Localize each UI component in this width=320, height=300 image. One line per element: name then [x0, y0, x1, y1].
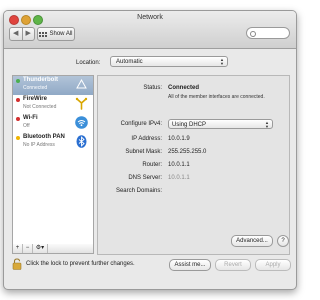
- configure-ipv4-select[interactable]: Using DHCP ▲ ▼: [168, 119, 273, 129]
- forward-button[interactable]: ▶: [21, 28, 35, 40]
- lock-icon[interactable]: [12, 258, 22, 270]
- thunderbolt-icon: [76, 78, 87, 89]
- status-dot: [16, 98, 20, 102]
- back-forward-control: ◀ ▶: [9, 27, 35, 41]
- service-name: Wi-Fi: [23, 115, 38, 121]
- apply-button[interactable]: Apply: [255, 259, 291, 271]
- show-all-button[interactable]: Show All: [37, 27, 75, 41]
- status-note: All of the member interfaces are connect…: [168, 94, 265, 100]
- service-list: Thunderbolt Connected FireWire Not Conne…: [12, 75, 94, 246]
- service-item-thunderbolt[interactable]: Thunderbolt Connected: [13, 76, 93, 95]
- status-dot: [16, 79, 20, 83]
- service-status: Not Connected: [23, 104, 57, 110]
- grid-icon: [39, 31, 48, 37]
- add-service-button[interactable]: +: [13, 244, 23, 253]
- router-value: 10.0.1.1: [168, 162, 190, 168]
- advanced-button[interactable]: Advanced...: [231, 235, 273, 247]
- service-item-bluetooth-pan[interactable]: Bluetooth PAN No IP Address: [13, 133, 93, 152]
- service-name: Thunderbolt: [23, 77, 58, 83]
- subnet-mask-label: Subnet Mask:: [125, 149, 162, 155]
- router-label: Router:: [142, 162, 162, 168]
- configure-ipv4-label: Configure IPv4:: [120, 121, 162, 127]
- status-label: Status:: [143, 85, 162, 91]
- ip-address-value: 10.0.1.9: [168, 136, 190, 142]
- network-window: Network ◀ ▶ Show All Location: Automatic…: [3, 10, 297, 290]
- service-item-wifi[interactable]: Wi-Fi Off: [13, 114, 93, 133]
- firewire-icon: [75, 97, 88, 110]
- help-button[interactable]: ?: [277, 235, 289, 247]
- search-icon: [250, 31, 256, 37]
- search-domains-label: Search Domains:: [115, 188, 162, 194]
- service-list-toolbar: + − ⚙▾: [12, 244, 94, 254]
- service-status: No IP Address: [23, 142, 55, 148]
- ip-address-label: IP Address:: [131, 136, 162, 142]
- back-button[interactable]: ◀: [10, 28, 22, 40]
- window-title: Network: [137, 14, 163, 21]
- updown-arrows-icon: ▲ ▼: [220, 57, 224, 66]
- location-label: Location:: [76, 60, 101, 66]
- service-status: Off: [23, 123, 30, 129]
- location-select[interactable]: Automatic ▲ ▼: [110, 56, 228, 67]
- search-field[interactable]: [246, 27, 290, 39]
- show-all-label: Show All: [49, 31, 73, 37]
- status-value: Connected: [168, 85, 200, 91]
- service-name: FireWire: [23, 96, 47, 102]
- service-item-firewire[interactable]: FireWire Not Connected: [13, 95, 93, 114]
- configure-ipv4-value: Using DHCP: [172, 122, 207, 128]
- location-value: Automatic: [116, 59, 143, 65]
- dns-server-value: 10.0.1.1: [168, 175, 190, 181]
- subnet-mask-value: 255.255.255.0: [168, 149, 207, 155]
- remove-service-button[interactable]: −: [23, 244, 33, 253]
- gear-menu-button[interactable]: ⚙▾: [33, 244, 48, 253]
- dns-server-label: DNS Server:: [128, 175, 162, 181]
- status-dot: [16, 117, 20, 121]
- status-dot: [16, 136, 20, 140]
- service-status: Connected: [23, 85, 48, 91]
- revert-button[interactable]: Revert: [215, 259, 251, 271]
- updown-arrows-icon: ▲ ▼: [265, 120, 269, 129]
- assist-me-button[interactable]: Assist me...: [169, 259, 211, 271]
- lock-message: Click the lock to prevent further change…: [26, 261, 135, 267]
- service-name: Bluetooth PAN: [23, 134, 65, 140]
- bluetooth-icon: [76, 135, 87, 148]
- title-bar: Network ◀ ▶ Show All: [4, 11, 296, 49]
- wifi-icon: [75, 116, 88, 129]
- service-detail-panel: Status: Connected All of the member inte…: [97, 75, 290, 255]
